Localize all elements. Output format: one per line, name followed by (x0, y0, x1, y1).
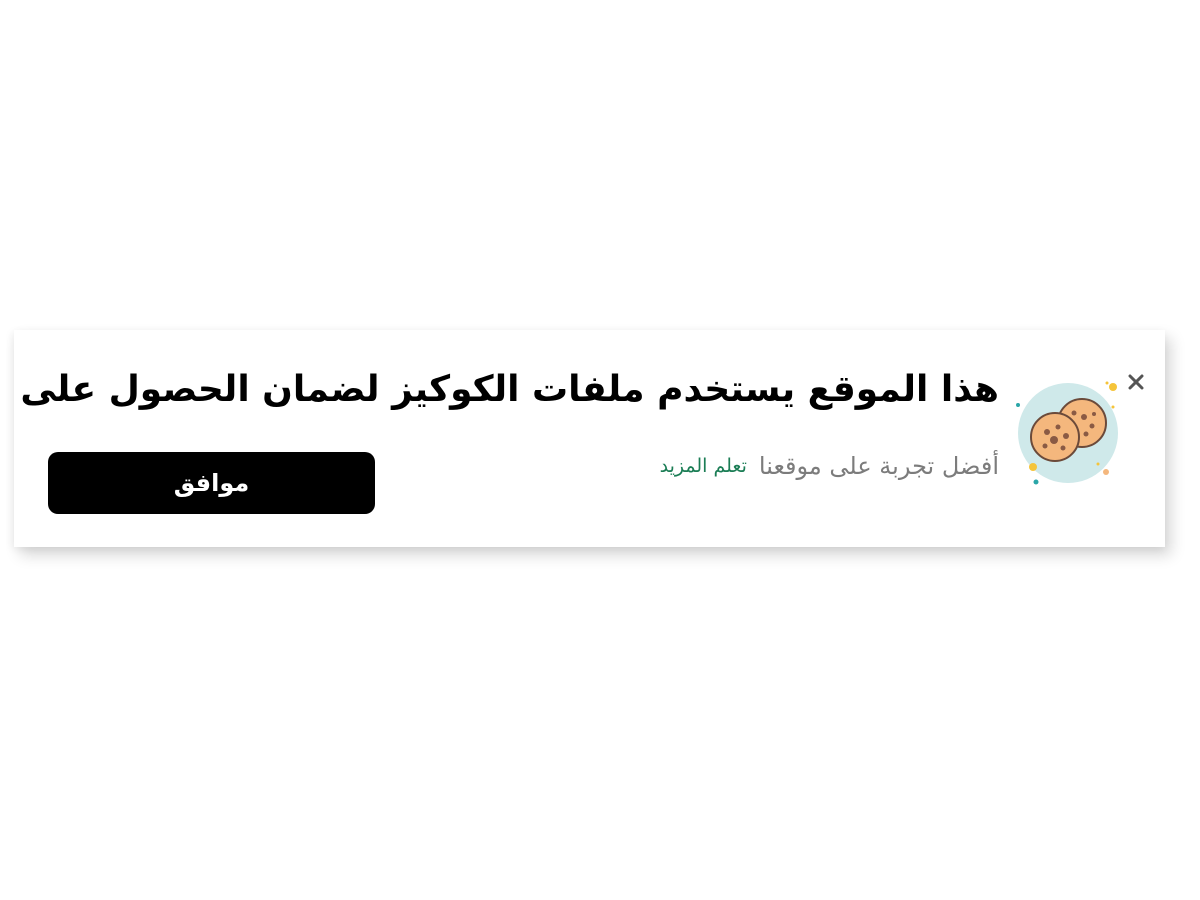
learn-more-link[interactable]: تعلم المزيد (660, 455, 747, 477)
cookie-headline: هذا الموقع يستخدم ملفات الكوكيز لضمان ال… (20, 369, 999, 410)
cookie-subline: أفضل تجربة على موقعنا تعلم المزيد (660, 452, 999, 480)
accept-button[interactable]: موافق (48, 452, 375, 514)
cookie-subtext: أفضل تجربة على موقعنا (758, 452, 999, 480)
cookie-consent-banner: هذا الموقع يستخدم ملفات الكوكيز لضمان ال… (14, 330, 1165, 547)
cookie-icon (1016, 381, 1118, 485)
